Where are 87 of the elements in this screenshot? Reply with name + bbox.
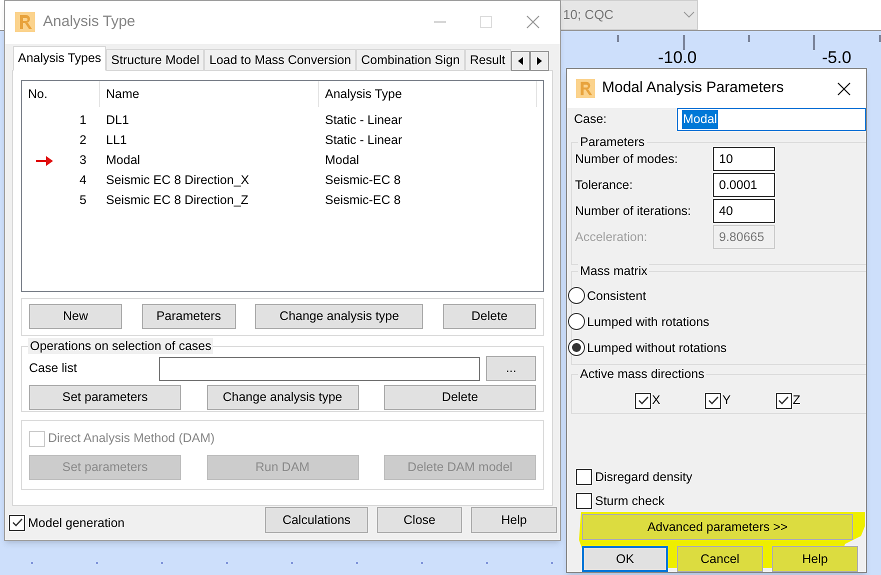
parameter-label: Acceleration: bbox=[575, 228, 648, 246]
arrow-right-icon bbox=[36, 156, 52, 166]
checkbox[interactable] bbox=[635, 392, 651, 409]
close-icon[interactable] bbox=[837, 82, 851, 96]
button[interactable]: Change analysis type bbox=[206, 384, 358, 410]
dialog-button[interactable]: Help bbox=[772, 546, 858, 572]
group-title: Operations on selection of cases bbox=[28, 338, 214, 354]
button[interactable]: Parameters bbox=[142, 304, 236, 330]
case-input[interactable]: Modal bbox=[677, 108, 866, 132]
app-logo-icon bbox=[576, 79, 595, 98]
browse-button[interactable]: ... bbox=[486, 356, 536, 382]
window-title: Analysis Type bbox=[43, 12, 136, 32]
table-cell-text: Seismic EC 8 Direction_X bbox=[105, 172, 250, 190]
parameter-label: Tolerance: bbox=[575, 176, 634, 194]
radio-button[interactable] bbox=[568, 339, 585, 356]
button[interactable]: Close bbox=[377, 506, 462, 533]
checkbox[interactable] bbox=[9, 514, 25, 531]
checkmark-icon bbox=[12, 518, 22, 528]
table-cell-text: 3 bbox=[78, 152, 88, 170]
direction-label: X bbox=[652, 392, 660, 410]
window-title: Modal Analysis Parameters bbox=[602, 78, 784, 98]
tab[interactable]: Result bbox=[464, 48, 511, 71]
checkmark-icon bbox=[708, 396, 719, 406]
parameter-input[interactable]: 40 bbox=[713, 199, 775, 224]
button[interactable]: Help bbox=[471, 506, 557, 533]
column-header[interactable]: No. bbox=[22, 80, 100, 107]
table-cell-text: 2 bbox=[78, 132, 88, 150]
button[interactable]: New bbox=[29, 304, 122, 330]
radio-label: Lumped with rotations bbox=[587, 314, 710, 331]
case-list-label: Case list bbox=[29, 360, 78, 378]
app-logo-icon bbox=[15, 12, 35, 32]
checkmark-icon bbox=[778, 396, 790, 406]
case-label: Case: bbox=[574, 111, 608, 128]
checkbox[interactable] bbox=[576, 469, 592, 485]
column-header[interactable]: Name bbox=[100, 80, 319, 107]
table-cell-text: Modal bbox=[105, 152, 142, 170]
table-cell-text: Seismic-EC 8 bbox=[324, 192, 401, 210]
tab[interactable]: Load to Mass Conversion bbox=[204, 48, 356, 71]
radio-button[interactable] bbox=[568, 287, 585, 304]
table-cell-text: LL1 bbox=[105, 132, 128, 150]
table-cell-text: Static - Linear bbox=[324, 112, 402, 130]
table-cell-text: Static - Linear bbox=[324, 132, 402, 150]
table-cell-text: Seismic EC 8 Direction_Z bbox=[105, 192, 250, 210]
model-generation-label: Model generation bbox=[28, 514, 125, 532]
checkbox[interactable] bbox=[705, 392, 722, 409]
button[interactable]: Calculations bbox=[265, 506, 368, 533]
checkmark-icon bbox=[638, 396, 648, 406]
triangle-right-icon bbox=[536, 56, 542, 65]
dam-label: Direct Analysis Method (DAM) bbox=[48, 430, 215, 448]
direction-label: Y bbox=[722, 392, 731, 410]
ruler-label: -10.0 bbox=[658, 48, 697, 68]
dialog-button[interactable]: OK bbox=[582, 546, 668, 572]
parameter-input[interactable]: 10 bbox=[713, 147, 775, 172]
radio-label: Lumped without rotations bbox=[587, 340, 727, 357]
column-header[interactable]: Analysis Type bbox=[319, 80, 537, 107]
tab[interactable]: Combination Sign bbox=[356, 48, 465, 71]
table-cell-text: DL1 bbox=[105, 112, 130, 130]
checkbox[interactable] bbox=[576, 493, 592, 509]
table-cell-text: 4 bbox=[78, 172, 88, 190]
option-label: Sturm check bbox=[595, 492, 664, 510]
ruler-label: -5.0 bbox=[822, 48, 852, 68]
button[interactable]: Delete bbox=[384, 384, 536, 410]
button[interactable]: Set parameters bbox=[29, 384, 181, 410]
parameter-input[interactable]: 0.0001 bbox=[713, 173, 775, 198]
triangle-left-icon bbox=[518, 56, 523, 65]
chevron-down-icon bbox=[683, 11, 695, 19]
button[interactable]: Delete bbox=[442, 304, 536, 330]
table-cell-text: 5 bbox=[78, 192, 88, 210]
dialog-button[interactable]: Cancel bbox=[677, 546, 763, 572]
case-list-input[interactable] bbox=[158, 356, 480, 381]
radio-button[interactable] bbox=[568, 313, 585, 330]
parameter-label: Number of iterations: bbox=[575, 202, 692, 220]
load-case-combo[interactable]: 10; CQC bbox=[560, 0, 698, 30]
table-cell-text: Seismic-EC 8 bbox=[324, 172, 401, 190]
table-cell-text: Modal bbox=[324, 152, 360, 170]
table-cell-text: 1 bbox=[78, 112, 88, 130]
advanced-parameters-button[interactable]: Advanced parameters >> bbox=[582, 514, 853, 540]
tab-scroll-left-button[interactable] bbox=[510, 50, 530, 71]
checkbox[interactable] bbox=[776, 392, 792, 409]
tab[interactable]: Structure Model bbox=[106, 48, 204, 71]
direction-label: Z bbox=[792, 392, 800, 410]
option-label: Disregard density bbox=[595, 468, 692, 486]
tab[interactable]: Analysis Types bbox=[13, 46, 106, 71]
button[interactable]: Change analysis type bbox=[255, 304, 424, 330]
radio-label: Consistent bbox=[587, 288, 646, 305]
tab-scroll-right-button[interactable] bbox=[530, 50, 549, 71]
parameter-label: Number of modes: bbox=[575, 150, 679, 168]
